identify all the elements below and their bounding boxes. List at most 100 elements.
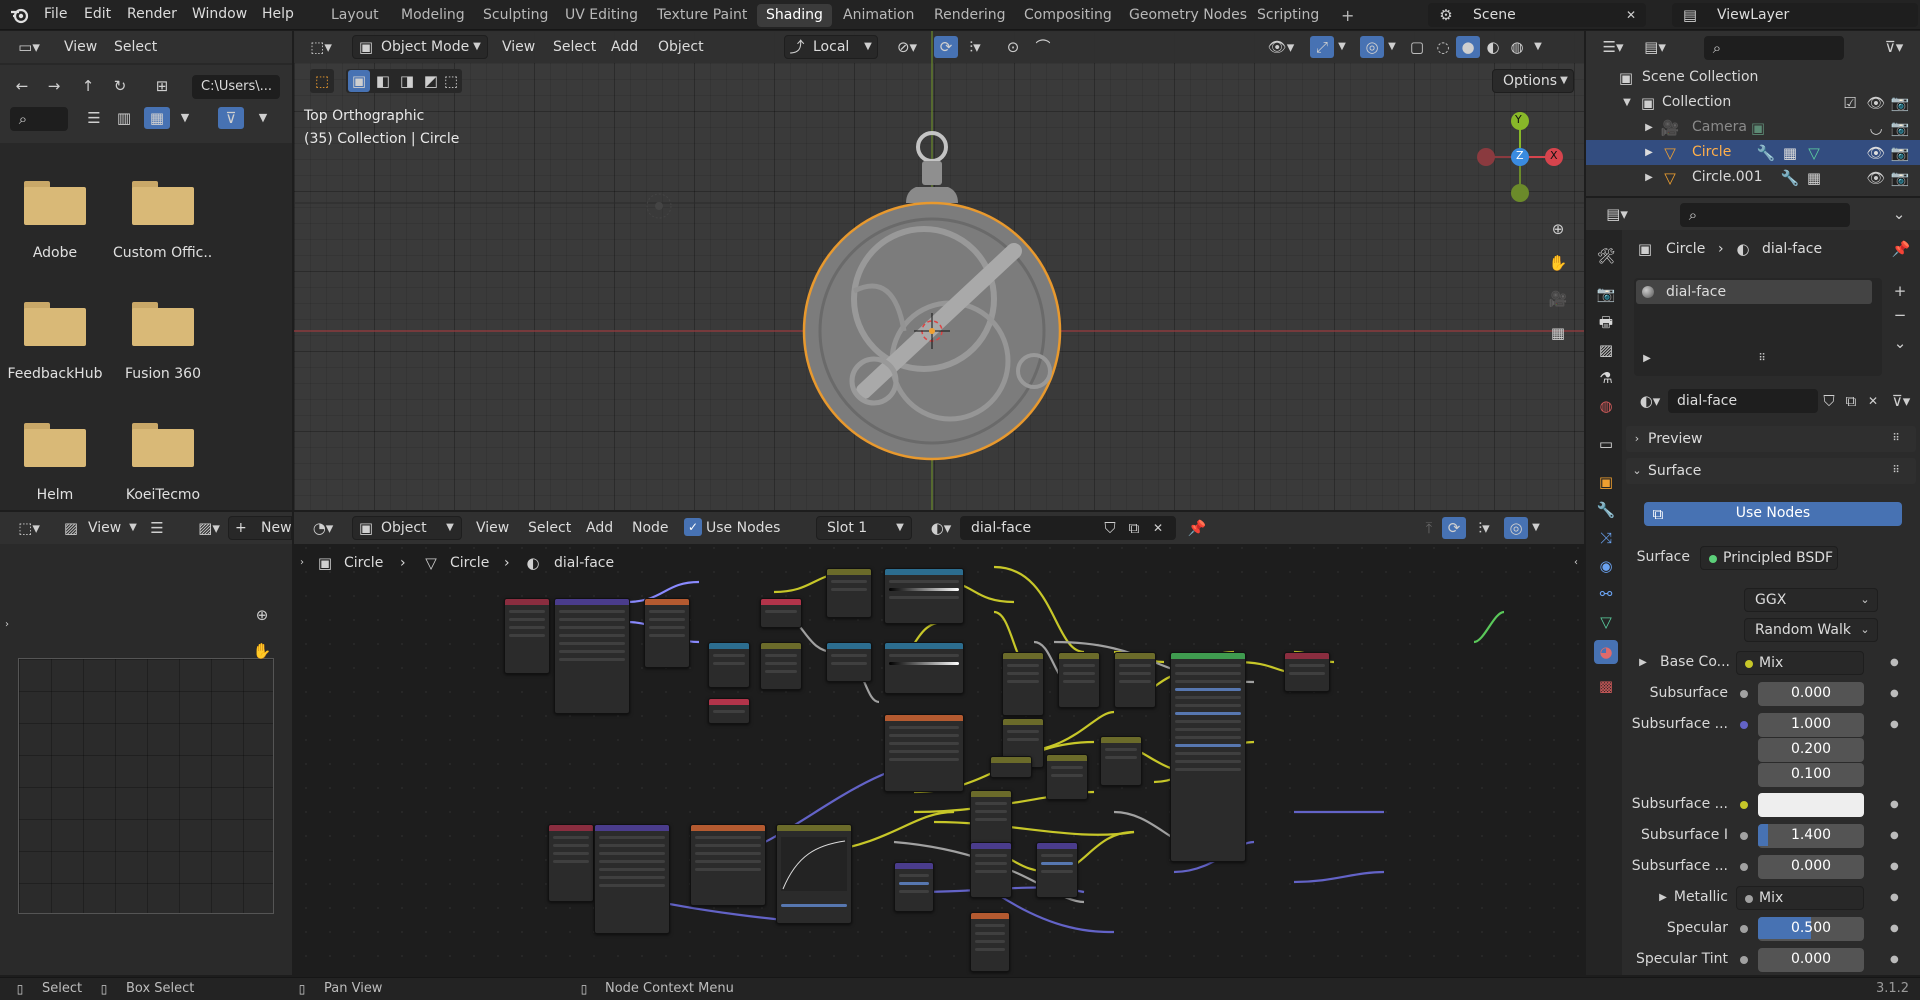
texture-tab-icon[interactable]: ▩ (1594, 674, 1618, 698)
options-chevron-icon[interactable]: ⌄ (1886, 203, 1912, 225)
menu-select[interactable]: Select (114, 36, 157, 58)
link-dot-icon[interactable]: ● (1890, 830, 1899, 841)
menu-edit[interactable]: Edit (84, 6, 111, 22)
menu-window[interactable]: Window (192, 6, 247, 22)
outliner-row-scene-collection[interactable]: ▣ Scene Collection (1586, 65, 1920, 90)
node-bump[interactable] (894, 862, 934, 912)
path-field[interactable]: C:\Users\... (192, 75, 280, 99)
node-rgb-curves[interactable] (776, 824, 852, 924)
folder-item[interactable]: FeedbackHub (5, 302, 105, 382)
image-icon[interactable]: ▨ (60, 517, 82, 539)
surface-shader-field[interactable]: Principled BSDF (1700, 546, 1838, 570)
chevron-down-icon[interactable]: ▼ (126, 517, 140, 539)
menu-render[interactable]: Render (127, 6, 177, 22)
node-mix-3[interactable] (1002, 652, 1044, 716)
material-tab-icon[interactable]: ◕ (1594, 640, 1618, 664)
node-mapping-2[interactable] (594, 824, 670, 934)
image-canvas[interactable]: ⊕ ✋ › (0, 544, 292, 975)
surface-panel-header[interactable]: ⌄ Surface ⠿ (1626, 458, 1916, 484)
camera-render-icon[interactable]: 📷 (1890, 142, 1910, 164)
thumbnails-icon[interactable]: ▦ (144, 107, 170, 129)
tab-rendering[interactable]: Rendering (925, 4, 1015, 27)
horizontal-list-icon[interactable]: ▥ (112, 107, 136, 129)
filter-options-chevron-icon[interactable]: ▼ (254, 107, 272, 129)
sidebar-toggle-icon[interactable]: › (2, 614, 12, 636)
node-color-ramp[interactable] (884, 568, 964, 624)
expand-arrow-icon[interactable]: ▶ (1642, 142, 1656, 164)
object-tab-icon[interactable]: ▣ (1594, 470, 1618, 494)
distribution-dropdown[interactable]: GGX ⌄ (1744, 588, 1878, 612)
display-mode-icon[interactable]: ▤▾ (1638, 36, 1672, 58)
refresh-icon[interactable]: ↻ (108, 75, 132, 97)
parent-dir-icon[interactable]: ↑ (76, 75, 100, 97)
collection-tab-icon[interactable]: ▭ (1594, 432, 1618, 456)
node-mix-9[interactable] (970, 790, 1012, 846)
tab-geometry-nodes[interactable]: Geometry Nodes (1120, 4, 1256, 27)
outliner-row-circle-001[interactable]: ▶ ▽ Circle.001 🔧 ▦ 👁 📷 (1586, 165, 1920, 190)
specular-slider[interactable]: 0.500 (1758, 917, 1864, 941)
node-mix-7[interactable] (1046, 754, 1088, 800)
specular-tint-field[interactable]: 0.000 (1758, 948, 1864, 972)
navigation-gizmo[interactable]: Y X Z (1470, 107, 1570, 207)
expand-arrow-icon[interactable]: ▶ (1642, 117, 1656, 139)
image-browse-icon[interactable]: ▨▾ (192, 517, 226, 539)
ortho-grid-icon[interactable]: ▦ (1544, 319, 1572, 347)
particles-tab-icon[interactable]: ⤨ (1594, 526, 1618, 550)
node-image-texture[interactable] (884, 714, 964, 792)
pocket-watch-object[interactable] (802, 131, 1062, 461)
node-mix-10[interactable] (990, 756, 1032, 778)
subsurface-value-field[interactable]: 0.000 (1758, 682, 1864, 706)
tab-scripting[interactable]: Scripting (1248, 4, 1328, 27)
subsurface-ior-field[interactable]: 1.400 (1758, 824, 1864, 848)
drag-handle-icon[interactable]: ⠿ (1886, 428, 1906, 450)
link-menu-icon[interactable]: ⊽▾ (1886, 390, 1916, 412)
folder-item[interactable]: Adobe (5, 181, 105, 261)
tab-sculpting[interactable]: Sculpting (474, 4, 557, 27)
folder-item[interactable]: Fusion 360 (113, 302, 213, 382)
use-nodes-button[interactable]: ⧉ Use Nodes (1644, 502, 1902, 526)
constraints-tab-icon[interactable]: ⚯ (1594, 582, 1618, 606)
outliner-row-circle[interactable]: ▶ ▽ Circle 🔧 ▦ ▽ 👁 📷 (1586, 140, 1920, 165)
camera-render-icon[interactable]: 📷 (1890, 92, 1910, 114)
back-icon[interactable]: ← (10, 75, 34, 97)
subsurface-radius-z-field[interactable]: 0.100 (1758, 763, 1864, 787)
vertical-list-icon[interactable]: ☰ (82, 107, 106, 129)
node-color-ramp-2[interactable] (884, 642, 964, 694)
tab-layout[interactable]: Layout (322, 4, 388, 27)
tab-shading[interactable]: Shading (757, 4, 832, 27)
duplicate-icon[interactable]: ⧉ (1840, 390, 1862, 412)
eye-icon[interactable]: 👁 (1866, 167, 1886, 189)
tab-animation[interactable]: Animation (834, 4, 923, 27)
camera-view-icon[interactable]: 🎥 (1544, 285, 1572, 313)
node-material-output[interactable] (1284, 652, 1330, 692)
shader-node-editor[interactable]: ◔▾ ▣ Object ▼ View Select Add Node ✓ Use… (294, 512, 1584, 975)
expand-arrow-icon[interactable]: ▼ (1620, 92, 1634, 114)
properties-search-input[interactable]: ⌕ (1680, 203, 1850, 227)
output-tab-icon[interactable]: 🖶 (1594, 310, 1618, 334)
node-mix[interactable] (760, 598, 802, 628)
outliner-row-collection[interactable]: ▼ ▣ Collection ☑ 👁 📷 (1586, 90, 1920, 115)
node-texture-coordinate-2[interactable] (548, 824, 594, 902)
filter-icon[interactable]: ⊽▾ (1876, 36, 1912, 58)
resize-handle-icon[interactable]: ⠿ (1752, 348, 1772, 370)
node-mix-6[interactable] (1114, 652, 1156, 708)
data-tab-icon[interactable]: ▽ (1594, 610, 1618, 634)
zoom-icon[interactable]: ⊕ (248, 601, 276, 629)
subsurface-radius-y-field[interactable]: 0.200 (1758, 738, 1864, 762)
node-noise-texture[interactable] (644, 598, 690, 668)
subsurface-method-dropdown[interactable]: Random Walk ⌄ (1744, 618, 1878, 642)
filter-icon[interactable]: ⊽ (218, 107, 244, 129)
node-mix-5[interactable] (1058, 652, 1100, 708)
material-slot-item[interactable]: dial-face (1636, 280, 1872, 304)
node-mix-8[interactable] (1100, 736, 1142, 786)
expand-arrow-icon[interactable]: ▶ (1640, 348, 1654, 370)
scene-tab-icon[interactable]: ⚗ (1594, 366, 1618, 390)
material-slot-list[interactable]: dial-face ▶ ⠿ (1634, 278, 1882, 376)
link-dot-icon[interactable]: ● (1890, 923, 1899, 934)
eye-icon[interactable]: 👁 (1866, 142, 1886, 164)
metallic-field[interactable]: Mix (1736, 886, 1864, 910)
link-dot-icon[interactable]: ● (1890, 954, 1899, 965)
editor-type-icon[interactable]: ▭▾ (12, 36, 46, 58)
tab-modeling[interactable]: Modeling (392, 4, 474, 27)
node-math[interactable] (708, 642, 750, 688)
